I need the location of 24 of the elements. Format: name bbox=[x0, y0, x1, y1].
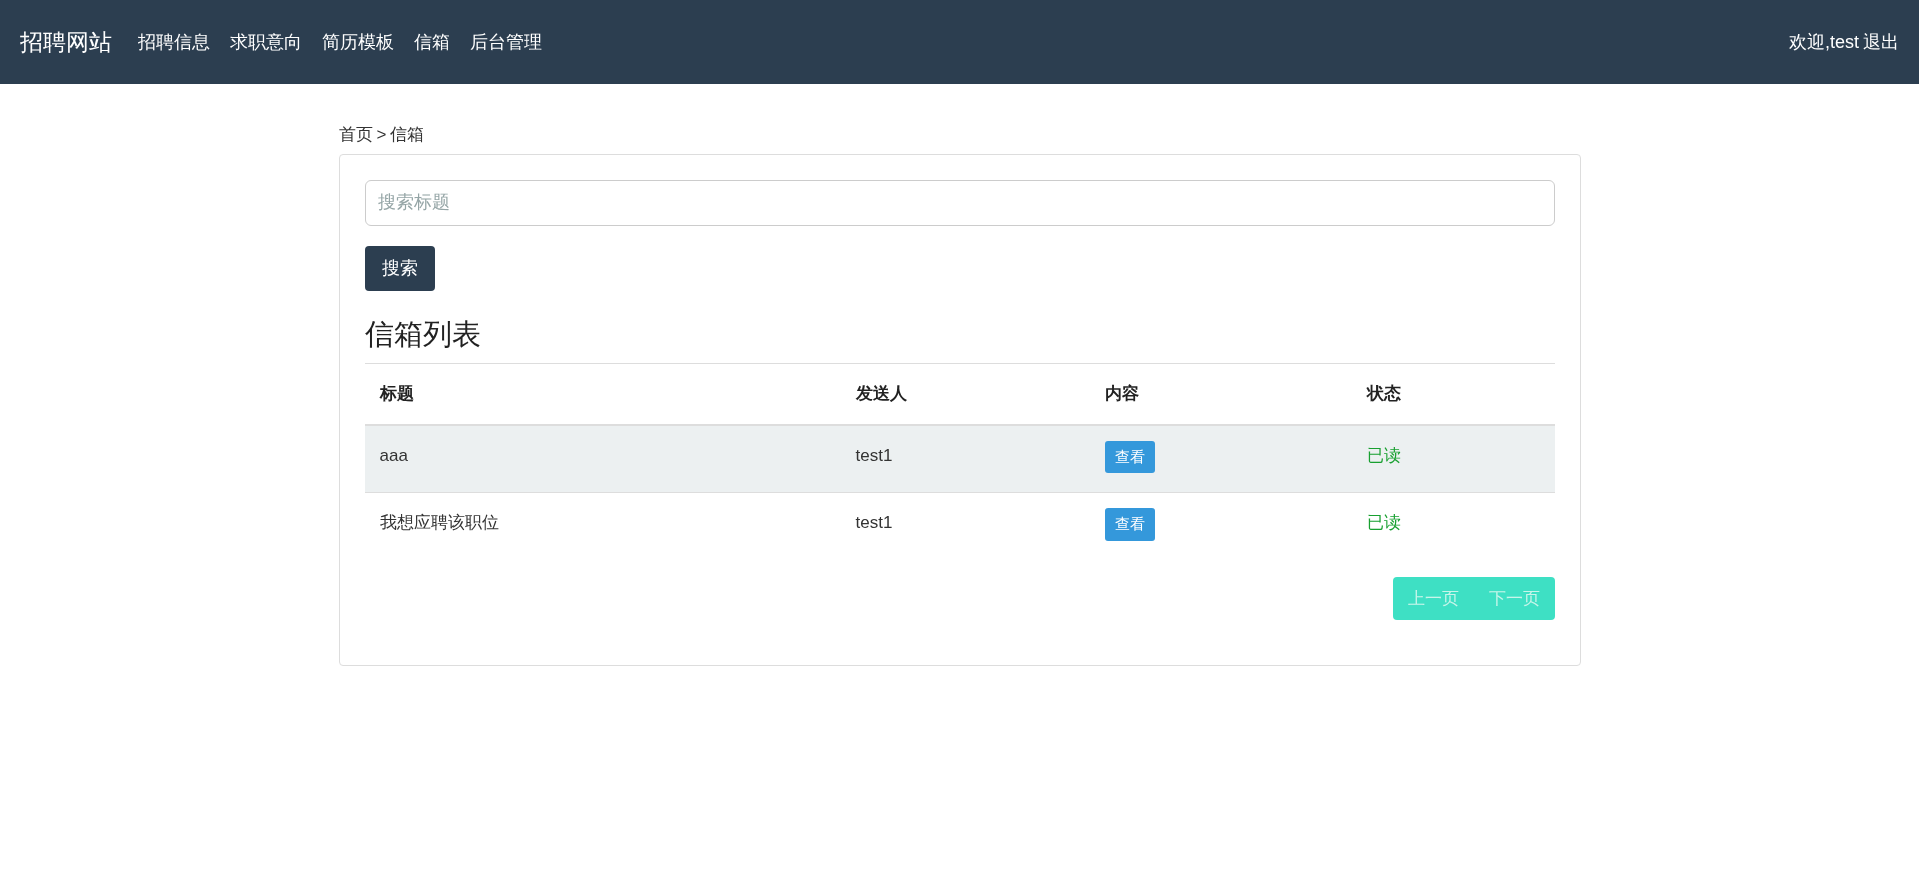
breadcrumb-separator: > bbox=[376, 124, 387, 146]
nav-link[interactable]: 招聘信息 bbox=[128, 28, 220, 56]
site-brand[interactable]: 招聘网站 bbox=[20, 24, 112, 60]
column-header: 内容 bbox=[1090, 363, 1353, 425]
search-button[interactable]: 搜索 bbox=[364, 245, 435, 291]
search-field[interactable]: 搜索标题 bbox=[364, 179, 1555, 226]
logout-link[interactable]: 退出 bbox=[1859, 28, 1899, 56]
breadcrumb-link[interactable]: 首页 bbox=[338, 122, 373, 148]
column-header: 状态 bbox=[1352, 363, 1555, 425]
breadcrumb-current: 信箱 bbox=[390, 124, 425, 146]
table-cell: aaa bbox=[364, 424, 841, 493]
nav-link[interactable]: 信箱 bbox=[404, 28, 460, 56]
column-header: 发送人 bbox=[840, 363, 1091, 425]
status-cell: 已读 bbox=[1352, 492, 1555, 561]
table-cell: test1 bbox=[840, 424, 1091, 493]
nav-link[interactable]: 求职意向 bbox=[220, 28, 312, 56]
section-heading: 信箱列表 bbox=[364, 316, 482, 352]
table-cell: test1 bbox=[840, 492, 1091, 561]
welcome-text: 欢迎,test bbox=[1789, 30, 1859, 54]
nav-link[interactable]: 简历模板 bbox=[312, 28, 404, 56]
column-header: 标题 bbox=[364, 363, 841, 425]
nav-link[interactable]: 后台管理 bbox=[460, 28, 552, 56]
table-cell: 我想应聘该职位 bbox=[364, 492, 841, 561]
status-cell: 已读 bbox=[1352, 424, 1555, 493]
